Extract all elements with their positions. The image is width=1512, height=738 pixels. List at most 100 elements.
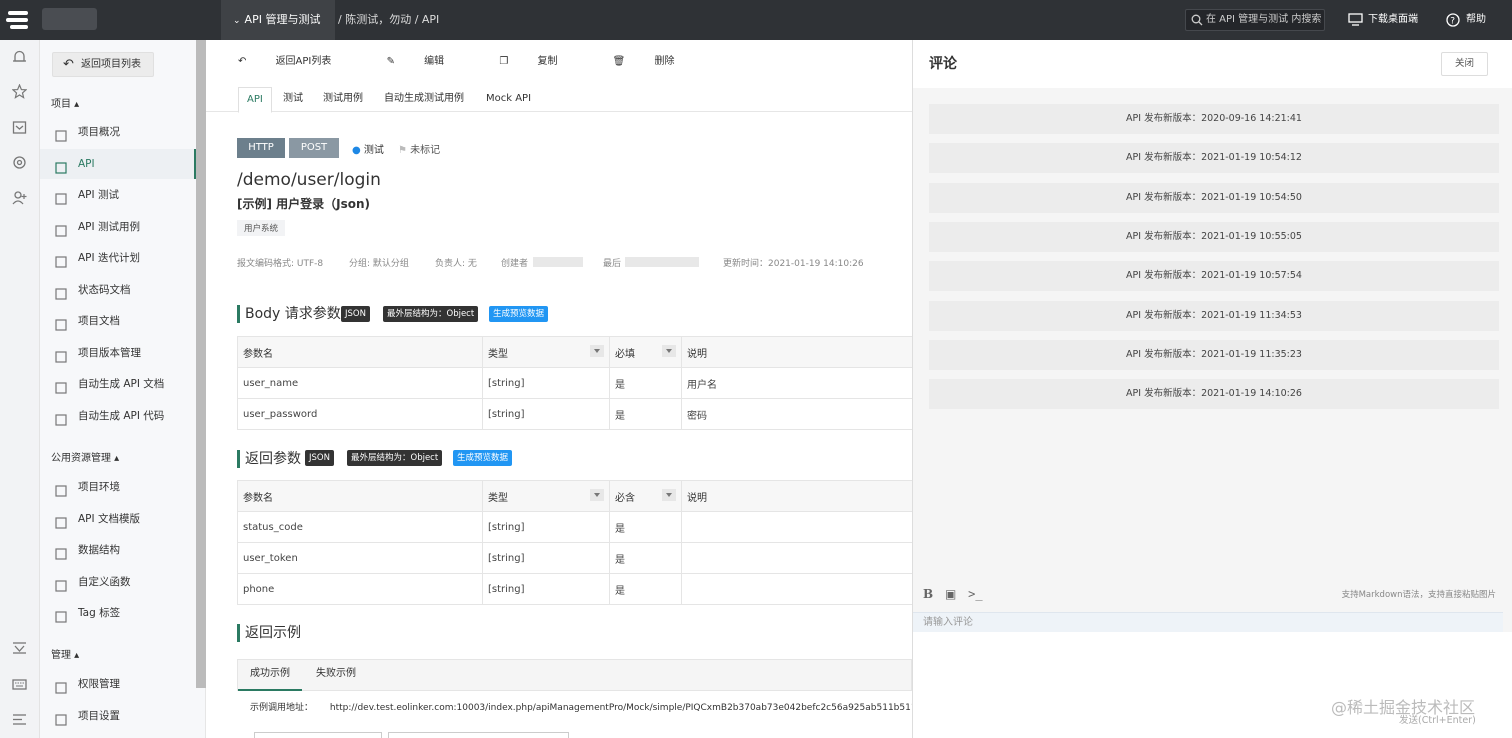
mark-flag[interactable]: ⚑ 未标记	[398, 141, 440, 156]
edit-button[interactable]: ✎ 编辑	[387, 56, 471, 67]
sidebar-item-cube[interactable]: 项目环境	[40, 472, 196, 502]
sidebar-scrollbar[interactable]	[196, 40, 206, 688]
example-button-1[interactable]	[254, 732, 382, 738]
filter-dropdown-icon[interactable]	[662, 344, 676, 357]
api-toolbar: ↶ 返回API列表 ✎ 编辑 ❐ 复制 🗑 删除	[238, 52, 727, 68]
pencil-icon: ✎	[386, 56, 399, 67]
autodoc-icon	[54, 377, 68, 394]
sidebar-item-version[interactable]: 项目版本管理	[40, 338, 196, 368]
tab-test[interactable]: 测试	[275, 87, 311, 113]
protocol-badge: HTTP	[237, 138, 285, 158]
sidebar-item-doc[interactable]: 项目文档	[40, 306, 196, 336]
tab-api[interactable]: API	[238, 87, 272, 113]
comment-item: API 发布新版本：2021-01-19 10:54:12	[929, 143, 1499, 174]
group-manage-toggle[interactable]: 管理 ▴	[51, 646, 79, 661]
module-switch-button[interactable]: ⌄ API 管理与测试	[221, 0, 335, 40]
sidebar-item-plan[interactable]: API 迭代计划	[40, 243, 196, 273]
back-api-list-button[interactable]: ↶ 返回API列表	[238, 56, 357, 67]
body-params-title: Body 请求参数	[237, 305, 341, 323]
filter-dropdown-icon[interactable]	[662, 488, 676, 501]
tab-auto-test-cases[interactable]: 自动生成测试用例	[376, 87, 472, 113]
col-type[interactable]: 类型	[482, 480, 610, 512]
table-row: user_name [string] 是用户名	[237, 367, 912, 399]
back-to-project-list-button[interactable]: ↶ 返回项目列表	[52, 52, 154, 77]
meta-last-editor: 最后	[603, 259, 622, 269]
tab-mock-api[interactable]: Mock API	[478, 87, 539, 113]
api-detail-main: ↶ 返回API列表 ✎ 编辑 ❐ 复制 🗑 删除 API 测试 测试用例 自动生…	[206, 40, 912, 738]
sidebar-item-overview[interactable]: 项目概况	[40, 117, 196, 147]
sidebar-item-autocode[interactable]: 自动生成 API 代码	[40, 401, 196, 431]
bell-icon[interactable]	[12, 50, 27, 65]
delete-button[interactable]: 🗑 删除	[613, 56, 701, 67]
sidebar-item-label: 项目版本管理	[78, 346, 141, 359]
sidebar-item-label: 项目环境	[78, 481, 120, 493]
help-button[interactable]: ? 帮助	[1446, 0, 1486, 40]
image-icon[interactable]: ▣	[945, 587, 956, 601]
sidebar-item-testcase[interactable]: API 测试用例	[40, 212, 196, 242]
download-desktop-button[interactable]: 下载桌面端	[1348, 0, 1418, 40]
sidebar-item-label: 数据结构	[78, 544, 120, 556]
group-public-toggle[interactable]: 公用资源管理 ▴	[51, 449, 119, 464]
collapse-icon[interactable]	[12, 640, 27, 655]
sidebar-item-cube[interactable]: API 文档模版	[40, 504, 196, 534]
copy-button[interactable]: ❐ 复制	[499, 56, 583, 67]
col-required[interactable]: 必含	[609, 480, 682, 512]
monitor-icon	[1348, 13, 1363, 26]
example-button-2[interactable]	[388, 732, 569, 738]
tab-fail-example[interactable]: 失败示例	[304, 660, 368, 691]
sidebar-item-label: 自动生成 API 文档	[78, 378, 165, 390]
star-icon[interactable]	[12, 84, 27, 99]
inbox-icon[interactable]	[12, 120, 27, 135]
col-type[interactable]: 类型	[482, 336, 610, 368]
return-example-title: 返回示例	[237, 624, 301, 642]
code-icon[interactable]: >_	[968, 587, 982, 601]
sidebar-item-label: 自动生成 API 代码	[78, 409, 165, 422]
status-badge[interactable]: ● 测试	[352, 141, 384, 156]
filter-dropdown-icon[interactable]	[590, 344, 604, 357]
generate-preview-button[interactable]: 生成预览数据	[489, 306, 549, 322]
flag-icon: ⚑	[398, 145, 407, 156]
send-button[interactable]: 发送(Ctrl+Enter)	[1399, 712, 1476, 726]
example-url[interactable]: http://dev.test.eolinker.com:10003/index…	[330, 703, 912, 713]
global-search-input[interactable]: 在 API 管理与测试 内搜索	[1185, 9, 1325, 31]
help-icon: ?	[1446, 13, 1460, 27]
close-button[interactable]: 关闭	[1441, 52, 1488, 76]
col-name: 参数名	[237, 336, 483, 368]
settings-icon	[54, 709, 68, 726]
sidebar-item-lightning[interactable]: API 测试	[40, 180, 196, 210]
keyboard-icon[interactable]	[12, 677, 27, 692]
table-row: user_token [string] 是	[237, 542, 912, 574]
generate-preview-button[interactable]: 生成预览数据	[453, 450, 513, 466]
sidebar-item-api[interactable]: API	[40, 148, 196, 179]
app-logo-icon[interactable]	[6, 8, 32, 32]
sidebar-item-cube[interactable]: Tag 标签	[40, 598, 196, 628]
sidebar-item-permission[interactable]: 权限管理	[40, 669, 196, 699]
tab-test-cases[interactable]: 测试用例	[315, 87, 371, 113]
sidebar-item-settings[interactable]: 项目设置	[40, 701, 196, 731]
sidebar-item-label: API 测试用例	[78, 220, 140, 233]
cube-icon	[54, 575, 68, 592]
col-required[interactable]: 必填	[609, 336, 682, 368]
filter-dropdown-icon[interactable]	[590, 488, 604, 501]
menu-icon[interactable]	[12, 712, 27, 727]
logo-area[interactable]	[0, 0, 220, 40]
bold-icon[interactable]: B	[923, 587, 933, 601]
sidebar-item-autodoc[interactable]: 自动生成 API 文档	[40, 369, 196, 399]
sidebar-item-label: 状态码文档	[78, 283, 131, 296]
undo-arrow-icon: ↶	[63, 57, 74, 72]
sidebar-item-cube[interactable]: 自定义函数	[40, 567, 196, 597]
sidebar-item-label: API 迭代计划	[78, 252, 140, 264]
group-project-toggle[interactable]: 项目 ▴	[51, 95, 79, 110]
comment-panel-title: 评论	[929, 56, 957, 72]
sidebar-item-cube[interactable]: 数据结构	[40, 535, 196, 565]
api-tabs: API 测试 测试用例 自动生成测试用例 Mock API	[206, 82, 912, 113]
gear-icon[interactable]	[12, 155, 27, 170]
comment-input[interactable]: 请输入评论	[913, 612, 1503, 632]
overview-icon	[54, 125, 68, 142]
comment-item: API 发布新版本：2020-09-16 14:21:41	[929, 104, 1499, 134]
workspace-avatar[interactable]	[42, 8, 97, 30]
sidebar-item-statuscode[interactable]: 状态码文档	[40, 275, 196, 305]
add-user-icon[interactable]	[12, 190, 27, 205]
trash-icon: 🗑	[612, 56, 629, 67]
tab-success-example[interactable]: 成功示例	[238, 660, 302, 691]
